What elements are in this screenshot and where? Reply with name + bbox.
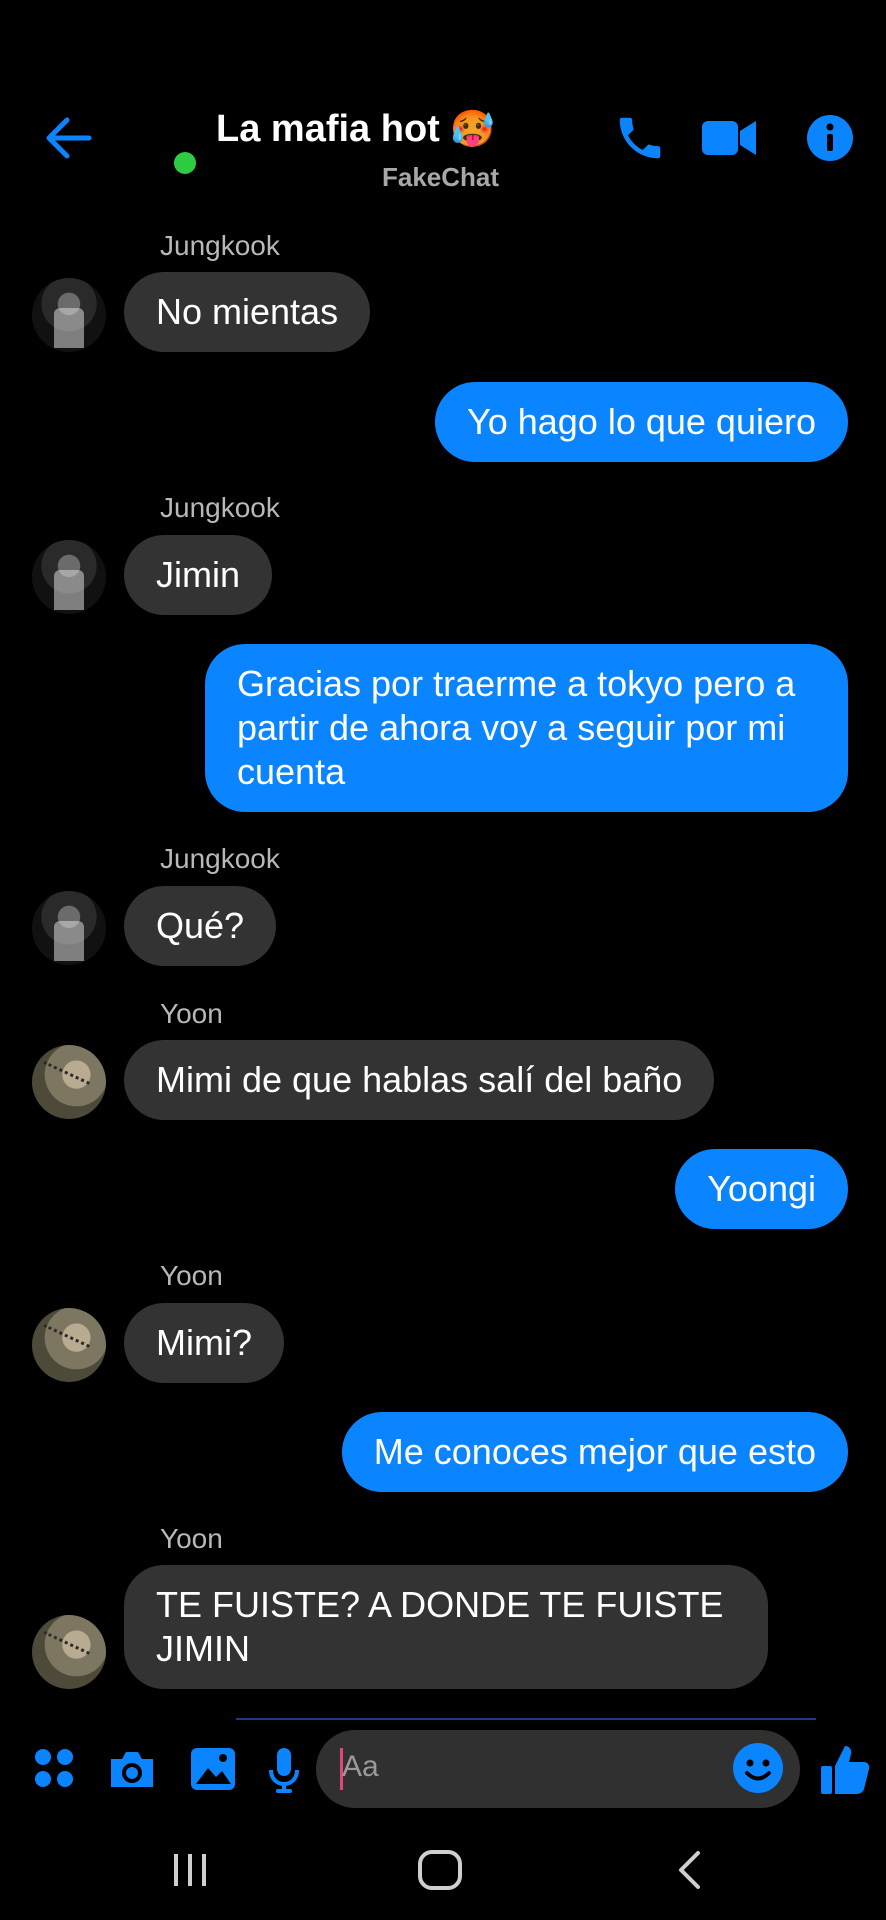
info-icon[interactable] <box>800 108 860 168</box>
sender-name: Yoon <box>160 998 223 1029</box>
apps-grid-icon[interactable] <box>30 1748 78 1788</box>
sender-name: Jungkook <box>160 843 280 874</box>
back-icon[interactable] <box>664 1840 714 1900</box>
sender-name: Yoon <box>160 1260 223 1291</box>
avatar[interactable] <box>32 1045 106 1119</box>
video-camera-icon[interactable] <box>698 110 760 166</box>
avatar[interactable] <box>32 278 106 352</box>
incoming-message[interactable]: Mimi? <box>124 1303 284 1383</box>
avatar[interactable] <box>32 1615 106 1689</box>
message-input-placeholder: Aa <box>342 1750 379 1783</box>
conversation-title[interactable]: La mafia hot 🥵 <box>216 108 495 151</box>
incoming-message[interactable]: No mientas <box>124 272 371 352</box>
conversation-title-text: La mafia hot <box>216 108 440 150</box>
emoji-icon[interactable] <box>730 1740 786 1796</box>
online-status-dot <box>174 152 196 174</box>
phone-icon[interactable] <box>610 108 670 168</box>
hot-face-emoji-icon: 🥵 <box>450 109 496 150</box>
outgoing-message[interactable]: Yo hago lo que quiero <box>435 382 848 462</box>
incoming-message[interactable]: TE FUISTE? A DONDE TE FUISTE JIMIN <box>124 1565 768 1689</box>
avatar[interactable] <box>32 540 106 614</box>
incoming-message[interactable]: Qué? <box>124 886 277 966</box>
outgoing-message[interactable]: Yoongi <box>675 1149 848 1229</box>
outgoing-message[interactable]: Me conoces mejor que esto <box>341 1412 848 1492</box>
sender-name: Jungkook <box>160 230 280 261</box>
message-input[interactable]: Aa <box>316 1730 800 1808</box>
camera-icon[interactable] <box>104 1744 160 1794</box>
home-icon[interactable] <box>408 1840 472 1900</box>
divider <box>236 1718 816 1720</box>
incoming-message[interactable]: Jimin <box>124 535 273 615</box>
image-icon[interactable] <box>186 1744 240 1794</box>
microphone-icon[interactable] <box>264 1744 304 1796</box>
outgoing-message[interactable]: Gracias por traerme a tokyo pero a parti… <box>205 644 848 812</box>
avatar[interactable] <box>32 891 106 965</box>
back-arrow-icon[interactable] <box>40 110 96 166</box>
incoming-message[interactable]: Mimi de que hablas salí del baño <box>124 1040 715 1120</box>
sender-name: Jungkook <box>160 492 280 523</box>
thumbs-up-icon[interactable] <box>816 1738 874 1800</box>
conversation-subtitle: FakeChat <box>382 162 500 192</box>
avatar[interactable] <box>32 1308 106 1382</box>
recent-apps-icon[interactable] <box>160 1840 220 1900</box>
sender-name: Yoon <box>160 1523 223 1554</box>
